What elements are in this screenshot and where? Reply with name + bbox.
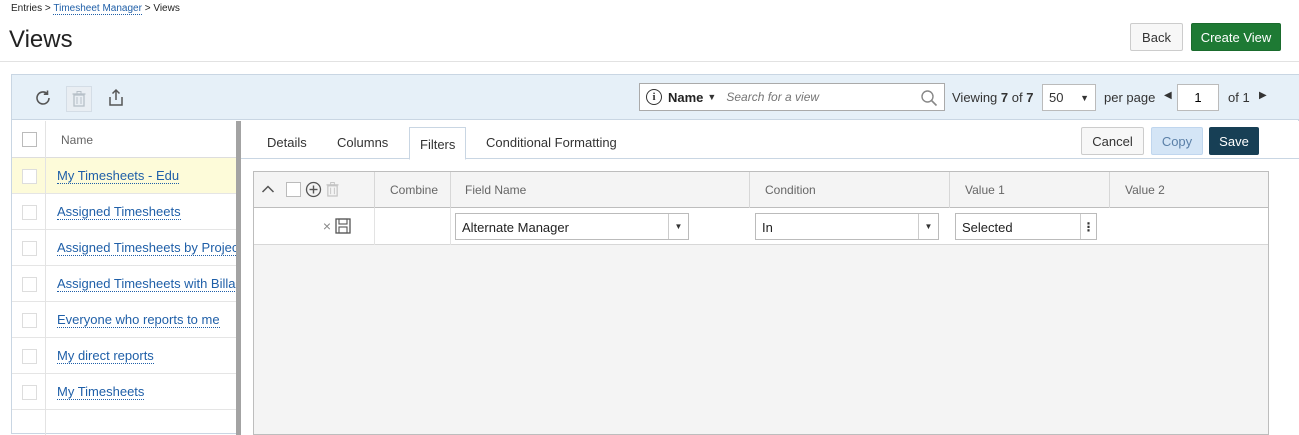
page-number-input[interactable] <box>1177 84 1219 111</box>
row-checkbox[interactable] <box>22 385 37 400</box>
condition-value: In <box>762 220 773 235</box>
cancel-button[interactable]: Cancel <box>1081 127 1144 155</box>
views-list: Name My Timesheets - Edu Assigned Timesh… <box>12 121 236 435</box>
breadcrumb-views: Views <box>153 3 180 14</box>
toolbar: i Name ▼ Viewing 7 of 7 50 ▼ per page ◀ … <box>12 75 1299 120</box>
create-view-button[interactable]: Create View <box>1191 23 1281 51</box>
breadcrumb-separator: > <box>144 3 151 14</box>
row-checkbox[interactable] <box>22 169 37 184</box>
filter-row: × Alternate Manager ▼ In ▼ Selected ⋮ <box>254 208 1268 245</box>
breadcrumb-entries[interactable]: Entries <box>11 3 42 14</box>
prev-page-icon[interactable]: ◀ <box>1164 90 1172 101</box>
trash-icon[interactable] <box>66 86 92 112</box>
tab-columns[interactable]: Columns <box>337 135 388 150</box>
view-link[interactable]: Assigned Timesheets <box>57 204 181 220</box>
view-link[interactable]: Assigned Timesheets by Project <box>57 240 236 256</box>
page-total-label: of 1 <box>1228 90 1250 105</box>
combine-column-header: Combine <box>390 183 439 197</box>
viewing-label: Viewing <box>952 90 998 105</box>
condition-select[interactable]: In ▼ <box>755 213 939 240</box>
search-input[interactable] <box>724 89 915 105</box>
view-link[interactable]: My Timesheets - Edu <box>57 168 180 184</box>
column-divider <box>1109 172 1110 208</box>
filters-grid-header: Combine Field Name Condition Value 1 Val… <box>254 172 1268 208</box>
column-divider <box>374 208 375 245</box>
field-name-column-header: Field Name <box>465 183 527 197</box>
back-button[interactable]: Back <box>1130 23 1183 51</box>
select-all-filters-checkbox[interactable] <box>286 182 301 197</box>
view-link[interactable]: Everyone who reports to me <box>57 312 220 328</box>
field-name-value: Alternate Manager <box>462 220 569 235</box>
view-link[interactable]: Assigned Timesheets with Billable <box>57 276 236 292</box>
column-divider <box>45 121 46 435</box>
export-icon[interactable] <box>105 87 127 109</box>
select-all-checkbox[interactable] <box>22 132 37 147</box>
filters-grid: Combine Field Name Condition Value 1 Val… <box>253 171 1269 435</box>
value1-column-header: Value 1 <box>965 183 1005 197</box>
per-page-label: per page <box>1104 90 1156 105</box>
caret-down-icon[interactable]: ▼ <box>918 214 938 239</box>
save-filter-icon[interactable] <box>335 218 351 234</box>
column-divider <box>450 208 451 245</box>
views-panel: i Name ▼ Viewing 7 of 7 50 ▼ per page ◀ … <box>11 74 1299 435</box>
row-checkbox[interactable] <box>22 241 37 256</box>
breadcrumb-timesheet-manager[interactable]: Timesheet Manager <box>53 3 142 15</box>
name-column-header[interactable]: Name <box>61 133 93 147</box>
tab-details[interactable]: Details <box>267 135 307 150</box>
row-checkbox[interactable] <box>22 349 37 364</box>
caret-down-icon[interactable]: ▼ <box>668 214 688 239</box>
breadcrumb: Entries > Timesheet Manager > Views <box>11 3 180 15</box>
search-icon[interactable] <box>920 89 938 110</box>
viewing-of: of <box>1011 90 1023 105</box>
trash-icon[interactable] <box>325 181 339 198</box>
row-checkbox[interactable] <box>22 205 37 220</box>
view-link[interactable]: My direct reports <box>57 348 154 364</box>
viewing-shown: 7 <box>1000 90 1009 105</box>
value1-value: Selected <box>962 220 1013 235</box>
view-link[interactable]: My Timesheets <box>57 384 145 400</box>
detail-tabs: Details Columns Filters Conditional Form… <box>241 121 1299 160</box>
column-divider <box>749 172 750 208</box>
column-divider <box>949 172 950 208</box>
viewing-total: 7 <box>1026 90 1034 105</box>
caret-down-icon[interactable]: ▼ <box>707 92 716 102</box>
tab-conditional-formatting[interactable]: Conditional Formatting <box>486 135 617 150</box>
row-checkbox[interactable] <box>22 277 37 292</box>
per-page-select[interactable]: 50 ▼ <box>1042 84 1096 111</box>
more-options-icon[interactable]: ⋮ <box>1080 214 1096 239</box>
search-box: i Name ▼ <box>639 83 945 111</box>
caret-down-icon: ▼ <box>1080 93 1089 103</box>
view-detail: Details Columns Filters Conditional Form… <box>241 121 1299 435</box>
refresh-icon[interactable] <box>32 87 54 109</box>
condition-column-header: Condition <box>765 183 816 197</box>
tab-filters[interactable]: Filters <box>409 127 467 160</box>
collapse-icon[interactable] <box>261 182 275 196</box>
row-checkbox[interactable] <box>22 313 37 328</box>
info-icon[interactable]: i <box>646 89 662 105</box>
page-title: Views <box>9 26 73 53</box>
per-page-value: 50 <box>1049 90 1064 105</box>
field-name-select[interactable]: Alternate Manager ▼ <box>455 213 689 240</box>
breadcrumb-separator: > <box>44 3 51 14</box>
search-field-selector[interactable]: Name <box>668 90 703 105</box>
value1-field[interactable]: Selected ⋮ <box>955 213 1097 240</box>
next-page-icon[interactable]: ▶ <box>1259 90 1267 101</box>
header-divider <box>0 61 1299 62</box>
viewing-count: Viewing 7 of 7 <box>952 90 1033 105</box>
add-filter-icon[interactable] <box>305 181 322 198</box>
copy-button[interactable]: Copy <box>1151 127 1203 155</box>
column-divider <box>450 172 451 208</box>
save-button[interactable]: Save <box>1209 127 1259 155</box>
remove-filter-icon[interactable]: × <box>322 218 332 234</box>
value2-column-header: Value 2 <box>1125 183 1165 197</box>
column-divider <box>374 172 375 208</box>
